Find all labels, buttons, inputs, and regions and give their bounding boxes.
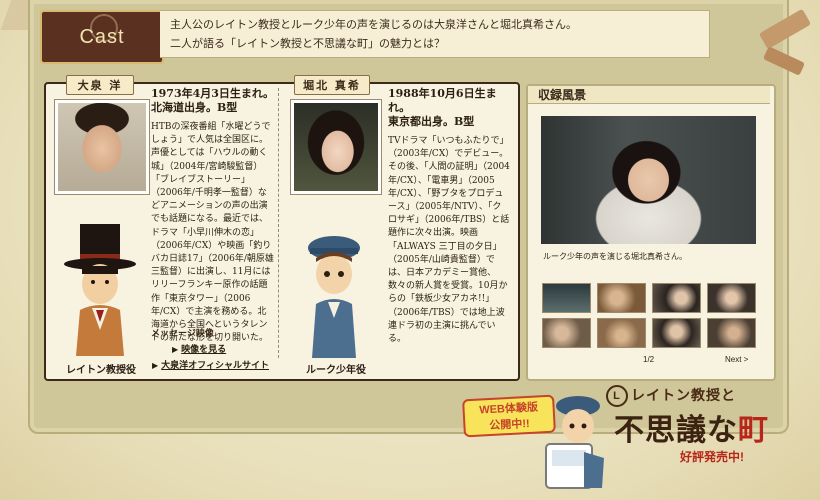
- intro-line: 主人公のレイトン教授とルーク少年の声を演じるのは大泉洋さんと堀北真希さん。: [170, 18, 577, 31]
- logo-title: 不思議な町: [614, 405, 769, 449]
- luke-ds-illustration: [545, 396, 604, 489]
- cast-name-oizumi: 大泉 洋: [66, 75, 134, 95]
- thumbnail[interactable]: [597, 318, 646, 348]
- horikita-bio: 1988年10月6日生まれ。 東京都出身。B型 TVドラマ「いつもふたりで」（2…: [388, 87, 510, 346]
- thumbnail[interactable]: [707, 318, 756, 348]
- on-sale-label: 好評発売中!: [680, 450, 744, 464]
- intro-line: 二人が語る「レイトン教授と不思議な町」の魅力とは？: [170, 37, 445, 50]
- recording-main-photo: [541, 116, 756, 244]
- page-indicator: 1/2: [643, 355, 655, 364]
- horikita-bio-head: 1988年10月6日生まれ。 東京都出身。B型: [388, 87, 510, 129]
- thumbnail[interactable]: [652, 283, 701, 313]
- thumbnail[interactable]: [597, 283, 646, 313]
- logo-subtitle: L レイトン教授と: [606, 385, 736, 408]
- logo-title-main: 不思議な: [614, 414, 738, 447]
- thumbnail[interactable]: [542, 283, 591, 313]
- cast-section-tab: Cast: [40, 10, 164, 64]
- horikita-photo: [291, 100, 381, 194]
- thumbnail[interactable]: [652, 318, 701, 348]
- cast-divider: [278, 88, 280, 358]
- layton-role-label: レイトン教授役: [66, 365, 136, 376]
- luke-character-illustration: [308, 236, 360, 358]
- oizumi-photo: [55, 100, 149, 194]
- official-site-label: 大泉洋オフィシャルサイト: [161, 361, 269, 371]
- thumbnail[interactable]: [542, 318, 591, 348]
- layton-l-icon: L: [606, 385, 628, 408]
- next-page-link[interactable]: Next >: [725, 355, 748, 364]
- logo-top-text: レイトン教授と: [631, 387, 736, 403]
- watch-video-label: 映像を見る: [181, 345, 227, 355]
- logo-title-accent: 町: [738, 414, 769, 447]
- emblem-icon: [90, 14, 118, 42]
- play-triangle-icon: ▶: [172, 344, 179, 354]
- official-site-link[interactable]: ▶ 大泉洋オフィシャルサイト: [152, 358, 269, 371]
- origin-info: 東京都出身。B型: [388, 115, 475, 128]
- cast-name-horikita: 堀北 真希: [294, 75, 370, 95]
- layton-character-illustration: [64, 224, 136, 356]
- horikita-bio-text: TVドラマ「いつもふたりで」（2003年/CX）でデビュー。その後、「人間の証明…: [388, 136, 510, 345]
- thumbnail[interactable]: [707, 283, 756, 313]
- oizumi-bio-head: 1973年4月3日生まれ。 北海道出身。B型: [151, 87, 275, 115]
- watch-video-link[interactable]: ▶ 映像を見る: [172, 342, 226, 355]
- oizumi-bio-text: HTBの深夜番組「水曜どうでしょう」で人気は全国区に。声優としては「ハウルの動く…: [151, 122, 274, 344]
- recording-title: 収録風景: [528, 86, 770, 104]
- game-logo[interactable]: L レイトン教授と 不思議な町 好評発売中!: [606, 385, 786, 475]
- birth-info: 1973年4月3日生まれ。: [151, 87, 275, 100]
- play-triangle-icon: ▶: [152, 360, 159, 370]
- origin-info: 北海道出身。B型: [151, 101, 238, 114]
- message-video-label: メッセージ映像: [151, 329, 214, 339]
- birth-info: 1988年10月6日生まれ。: [388, 87, 497, 114]
- intro-text: 主人公のレイトン教授とルーク少年の声を演じるのは大泉洋さんと堀北真希さん。 二人…: [160, 10, 710, 58]
- oizumi-bio: 1973年4月3日生まれ。 北海道出身。B型 HTBの深夜番組「水曜どうでしょう…: [151, 87, 275, 345]
- thumbnail-grid: [542, 283, 756, 349]
- recording-caption: ルーク少年の声を演じる堀北真希さん。: [543, 252, 687, 261]
- luke-role-label: ルーク少年役: [306, 365, 366, 376]
